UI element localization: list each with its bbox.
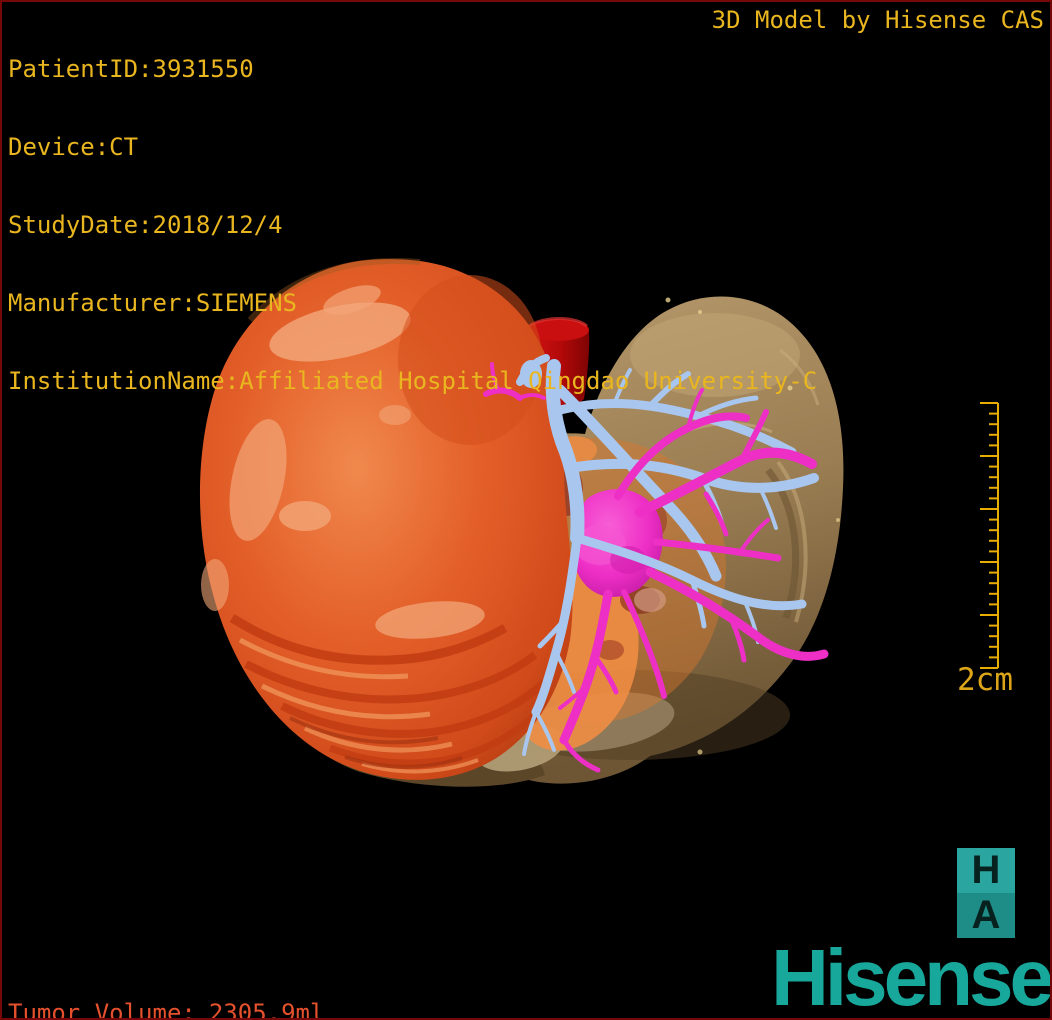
scale-ruler — [980, 402, 999, 669]
badge-letter-a: A — [957, 893, 1015, 938]
tumor-volume-row: Tumor Volume: 2305.9ml — [8, 1000, 324, 1020]
badge-letter-h: H — [957, 848, 1015, 893]
hisense-ha-badge-icon: H A — [957, 848, 1015, 938]
device-text: Device:CT — [8, 133, 139, 161]
volume-stats: Tumor Volume:2305.9ml Liver Volume:2964.… — [8, 946, 324, 1020]
watermark-text: 3D Model by Hisense CAS — [711, 6, 1044, 34]
tumor-volume-value: 2305.9ml — [208, 999, 325, 1020]
study-date-text: StudyDate:2018/12/4 — [8, 211, 283, 239]
tumor-volume-label: Tumor Volume: — [8, 999, 196, 1020]
patient-id-text: PatientID:3931550 — [8, 55, 254, 83]
3d-view-window: PatientID:3931550 Device:CT StudyDate:20… — [0, 0, 1052, 1020]
institution-text: InstitutionName:Affiliated Hospital Qing… — [8, 367, 818, 395]
hisense-wordmark: Hisense — [771, 933, 1052, 1020]
patient-info-overlay: PatientID:3931550 Device:CT StudyDate:20… — [8, 4, 817, 446]
scale-label: 2cm — [957, 662, 1013, 698]
manufacturer-text: Manufacturer:SIEMENS — [8, 289, 297, 317]
